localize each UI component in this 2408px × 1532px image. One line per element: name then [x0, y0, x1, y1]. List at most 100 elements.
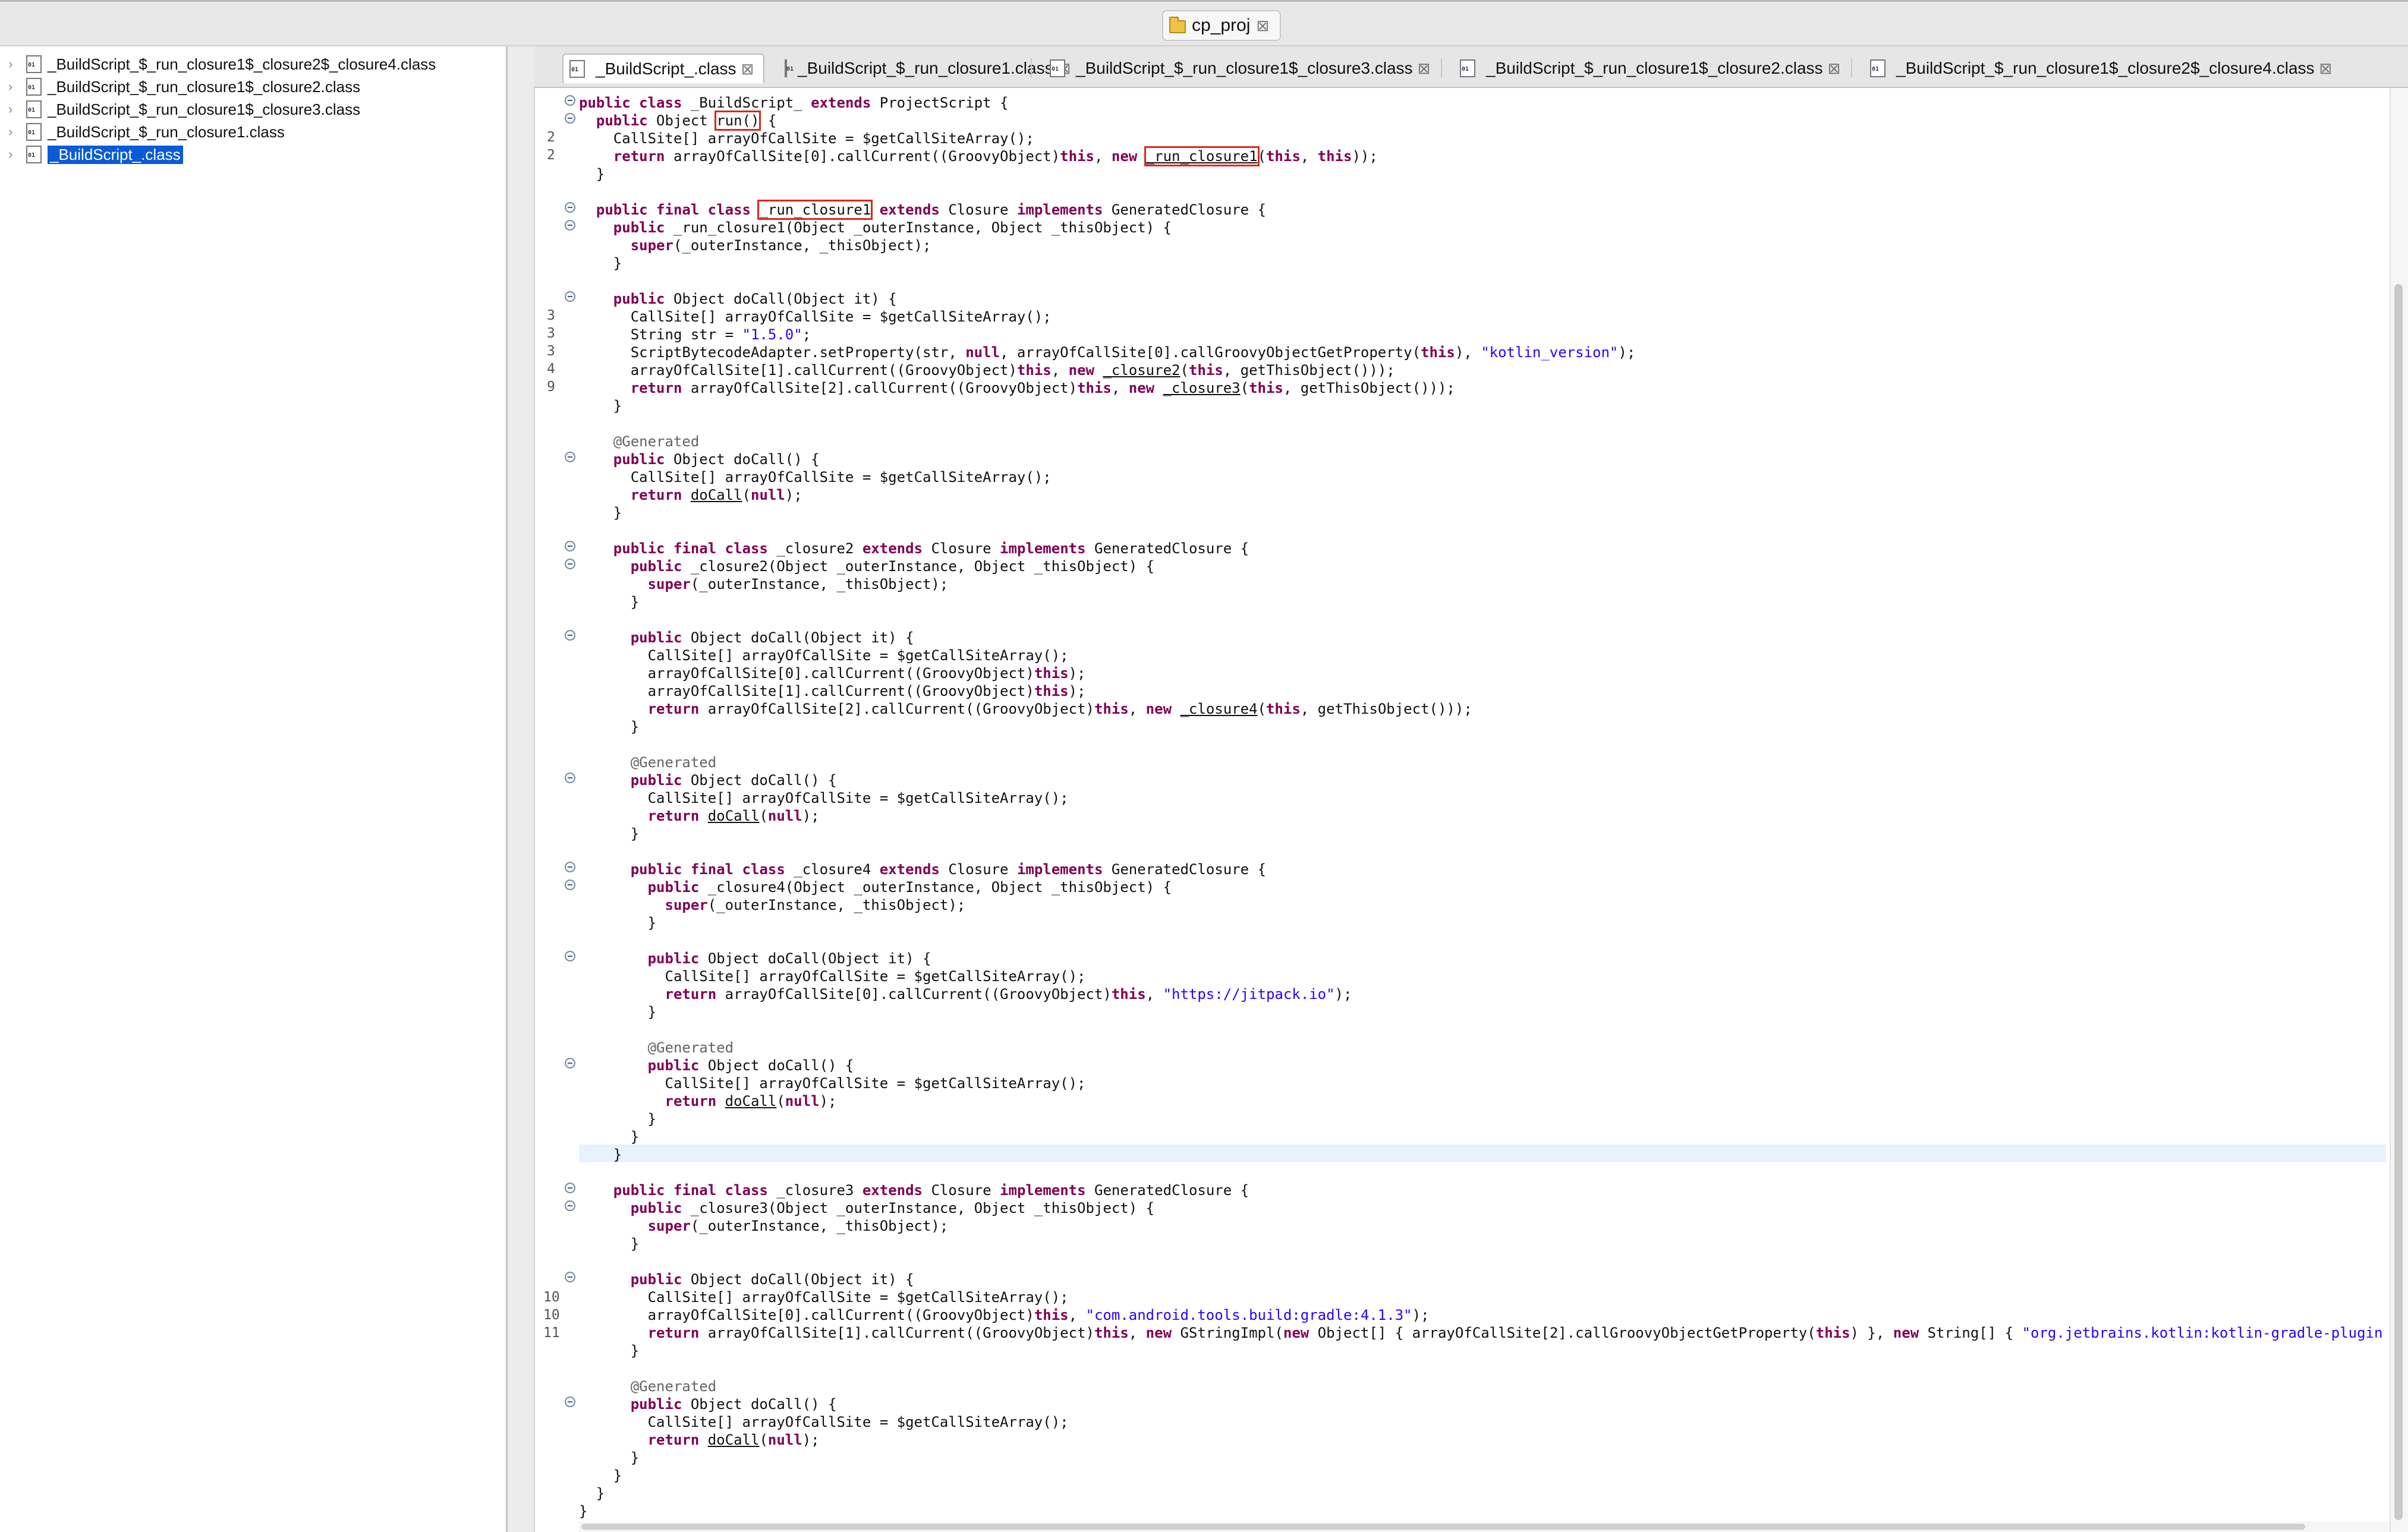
code-line: String str = "1.5.0";	[579, 326, 811, 343]
horizontal-scrollbar[interactable]	[579, 1521, 2390, 1532]
code-line: }	[579, 166, 605, 182]
chevron-right-icon[interactable]: ›	[8, 79, 26, 94]
code-editor[interactable]: 2 2 3 3 3 4 9 10 10 11 public class _Bui…	[534, 88, 2408, 1532]
editor-tab[interactable]: _BuildScript_$_run_closure1.class ⊠	[779, 53, 1071, 83]
fold-toggle-icon[interactable]	[565, 559, 575, 569]
fold-toggle-icon[interactable]	[565, 773, 575, 783]
line-number: 3	[547, 343, 555, 359]
class-file-icon	[1870, 59, 1886, 77]
line-number: 11	[543, 1325, 560, 1341]
fold-toggle-icon[interactable]	[565, 113, 575, 124]
code-line: super(_outerInstance, _thisObject);	[579, 1218, 949, 1234]
tree-item-label: _BuildScript_$_run_closure1$_closure3.cl…	[48, 100, 361, 118]
code-line: CallSite[] arrayOfCallSite = $getCallSit…	[579, 1414, 1069, 1430]
chevron-right-icon[interactable]: ›	[8, 56, 26, 72]
chevron-right-icon[interactable]: ›	[8, 124, 26, 140]
fold-toggle-icon[interactable]	[565, 452, 575, 462]
tree-item-label: _BuildScript_.class	[48, 145, 183, 164]
code-line: public Object doCall(Object it) {	[579, 1271, 914, 1288]
close-icon[interactable]: ⊠	[1256, 18, 1269, 33]
code-line: }	[579, 255, 622, 272]
scrollbar-thumb[interactable]	[2394, 284, 2403, 1520]
code-line: }	[579, 718, 640, 735]
highlight-box: _run_closure1	[757, 200, 873, 220]
code-line: }	[579, 398, 622, 414]
fold-toggle-icon[interactable]	[565, 202, 575, 213]
project-tab[interactable]: cp_proj ⊠	[1162, 10, 1281, 41]
code-line: @Generated	[579, 754, 717, 771]
vertical-scrollbar[interactable]	[2390, 88, 2408, 1532]
line-number: 4	[547, 361, 555, 377]
editor-tab[interactable]: _BuildScript_$_run_closure1$_closure2$_c…	[1864, 53, 2381, 83]
code-line: CallSite[] arrayOfCallSite = $getCallSit…	[579, 1289, 1069, 1306]
scrollbar-thumb[interactable]	[581, 1524, 2305, 1530]
class-file-icon	[1460, 59, 1475, 77]
code-line: arrayOfCallSite[1].callCurrent((GroovyOb…	[579, 362, 1395, 379]
fold-toggle-icon[interactable]	[565, 1272, 575, 1282]
fold-toggle-icon[interactable]	[565, 862, 575, 872]
code-line: @Generated	[579, 1378, 717, 1395]
close-icon[interactable]: ⊠	[1418, 61, 1431, 76]
fold-toggle-icon[interactable]	[565, 1183, 575, 1193]
class-file-icon	[569, 60, 585, 78]
editor-tab[interactable]: _BuildScript_$_run_closure1$_closure2.cl…	[1454, 53, 1852, 83]
code-line: }	[579, 1146, 622, 1163]
code-line: return doCall(null);	[579, 1432, 820, 1448]
code-line: }	[579, 915, 657, 931]
code-line: ScriptBytecodeAdapter.setProperty(str, n…	[579, 344, 1636, 361]
close-icon[interactable]: ⊠	[2319, 61, 2333, 76]
close-icon[interactable]: ⊠	[1828, 61, 1841, 76]
fold-toggle-icon[interactable]	[565, 1200, 575, 1211]
line-number: 3	[547, 308, 555, 323]
tree-item[interactable]: › _BuildScript_$_run_closure1.class	[8, 121, 285, 143]
code-line: return doCall(null);	[579, 1093, 837, 1109]
code-line: }	[579, 1503, 588, 1520]
fold-toggle-icon[interactable]	[565, 1397, 575, 1407]
line-number: 9	[547, 379, 555, 395]
close-icon[interactable]: ⊠	[741, 61, 754, 77]
tree-item[interactable]: › _BuildScript_$_run_closure1$_closure2$…	[8, 53, 436, 75]
fold-toggle-icon[interactable]	[565, 630, 575, 641]
tree-item[interactable]: › _BuildScript_$_run_closure1$_closure2.…	[8, 76, 360, 97]
chevron-right-icon[interactable]: ›	[8, 147, 26, 162]
fold-toggle-icon[interactable]	[565, 95, 575, 106]
code-area[interactable]: public class _BuildScript_ extends Proje…	[579, 88, 2386, 1532]
code-line: CallSite[] arrayOfCallSite = $getCallSit…	[579, 647, 1069, 664]
code-line: public final class _closure2 extends Clo…	[579, 540, 1249, 557]
code-line: arrayOfCallSite[0].callCurrent((GroovyOb…	[579, 665, 1086, 682]
tree-item[interactable]: › _BuildScript_$_run_closure1$_closure3.…	[8, 99, 360, 120]
fold-toggle-icon[interactable]	[565, 880, 575, 890]
code-line: public class _BuildScript_ extends Proje…	[579, 94, 1009, 111]
pane-splitter[interactable]	[508, 46, 534, 1532]
code-line: }	[579, 1111, 657, 1127]
code-line: public Object doCall() {	[579, 772, 837, 789]
editor-tab[interactable]: _BuildScript_$_run_closure1$_closure3.cl…	[1044, 53, 1442, 83]
chevron-right-icon[interactable]: ›	[8, 102, 26, 117]
code-line: @Generated	[579, 1039, 734, 1056]
editor-tab-label: _BuildScript_$_run_closure1.class	[798, 59, 1053, 77]
project-title-bar: cp_proj ⊠	[0, 0, 2408, 46]
code-line: public Object doCall() {	[579, 451, 820, 468]
code-line: }	[579, 1128, 640, 1145]
code-line: CallSite[] arrayOfCallSite = $getCallSit…	[579, 308, 1052, 325]
code-line: arrayOfCallSite[0].callCurrent((GroovyOb…	[579, 1307, 1430, 1323]
code-line: }	[579, 1467, 622, 1484]
tree-item-selected[interactable]: › _BuildScript_.class	[8, 144, 183, 165]
file-tree: › _BuildScript_$_run_closure1$_closure2$…	[0, 46, 508, 1532]
line-number: 2	[547, 130, 555, 145]
editor-tab-active[interactable]: _BuildScript_.class ⊠	[562, 53, 764, 83]
fold-toggle-icon[interactable]	[565, 291, 575, 302]
code-line: CallSite[] arrayOfCallSite = $getCallSit…	[579, 790, 1069, 806]
code-line: arrayOfCallSite[1].callCurrent((GroovyOb…	[579, 683, 1086, 699]
fold-toggle-icon[interactable]	[565, 541, 575, 551]
editor-tab-bar: _BuildScript_.class ⊠ _BuildScript_$_run…	[534, 46, 2408, 88]
code-line: super(_outerInstance, _thisObject);	[579, 237, 931, 254]
class-file-icon	[26, 78, 42, 96]
fold-toggle-icon[interactable]	[565, 220, 575, 231]
fold-toggle-icon[interactable]	[565, 951, 575, 962]
code-line: CallSite[] arrayOfCallSite = $getCallSit…	[579, 968, 1086, 985]
fold-toggle-icon[interactable]	[565, 1058, 575, 1068]
code-line: return arrayOfCallSite[1].callCurrent((G…	[579, 1325, 2386, 1341]
code-line: }	[579, 1449, 640, 1466]
line-number: 2	[547, 147, 555, 163]
